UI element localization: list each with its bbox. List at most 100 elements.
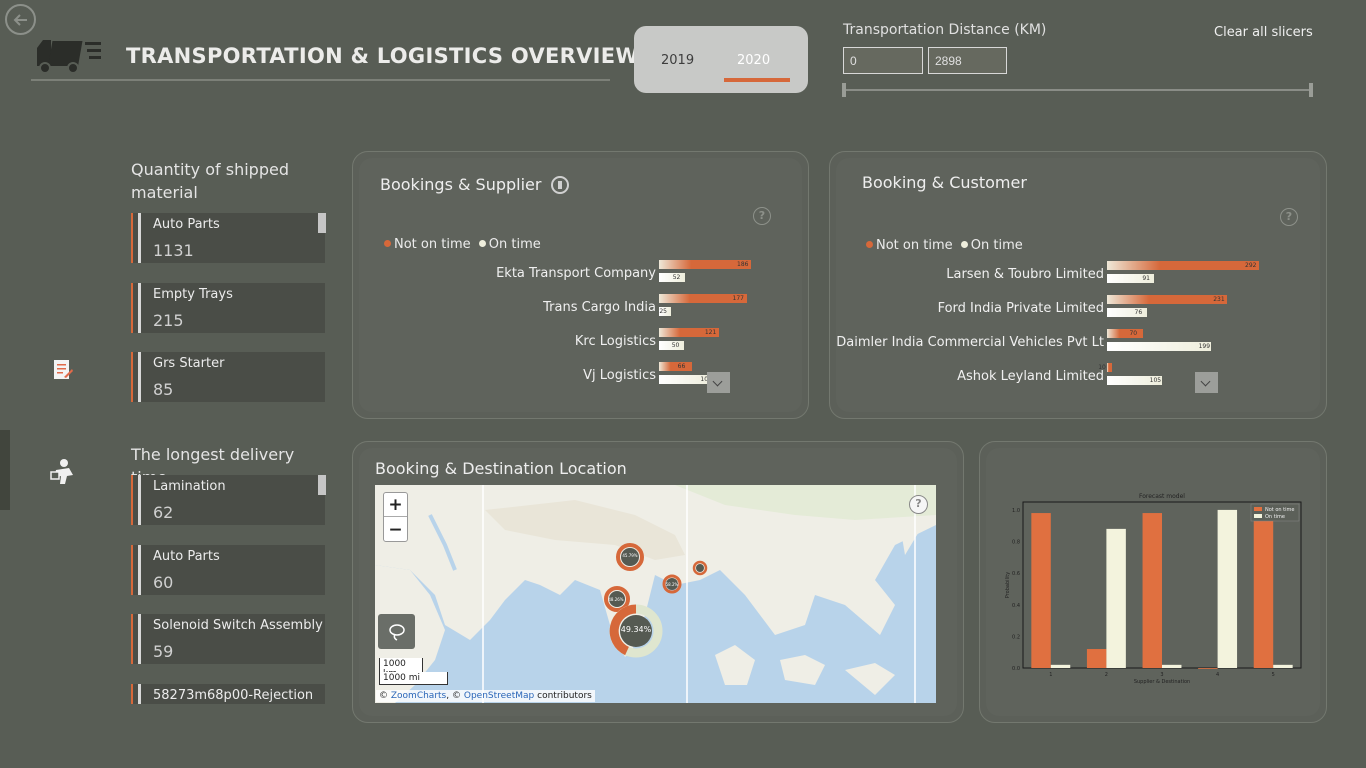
customer-late-value: 70 [1129, 330, 1138, 337]
zoomcharts-link[interactable]: ZoomCharts [391, 691, 446, 701]
x-tick-label: 3 [1160, 672, 1163, 678]
page-title: TRANSPORTATION & LOGISTICS OVERVIEW [126, 44, 639, 68]
marker-label-west: 48.26% [608, 597, 624, 602]
customer-row-label[interactable]: Ford India Private Limited [938, 301, 1104, 316]
distance-slicer-label: Transportation Distance (KM) [843, 22, 1047, 38]
arrow-left-icon [13, 14, 27, 26]
attribution-mid: , © [446, 691, 461, 701]
supplier-row-label[interactable]: Trans Cargo India [543, 300, 656, 315]
legend-label: On time [1265, 514, 1285, 520]
customer-expand-button[interactable] [1195, 372, 1218, 393]
distance-slider-track[interactable] [843, 89, 1313, 91]
distance-slider-min-handle[interactable] [842, 83, 846, 97]
customer-row-label[interactable]: Daimler India Commercial Vehicles Pvt Lt [836, 335, 1104, 350]
card-name: Lamination [153, 479, 226, 494]
card-name: Empty Trays [153, 287, 233, 302]
clear-slicers-button[interactable]: Clear all slicers [1214, 25, 1313, 40]
year-2019-tab[interactable]: 2019 [661, 53, 694, 68]
supplier-row-label[interactable]: Ekta Transport Company [496, 266, 656, 281]
customer-late-bar[interactable] [1107, 363, 1113, 372]
distance-max-input[interactable] [928, 47, 1007, 74]
legend-late-label: Not on time [876, 238, 953, 253]
card-name: Grs Starter [153, 356, 225, 371]
document-edit-icon [52, 358, 74, 386]
x-tick-label: 4 [1216, 672, 1219, 678]
lasso-icon [389, 624, 405, 641]
delivery-person-icon [49, 458, 77, 490]
customer-ontime-value: 199 [1198, 343, 1211, 350]
shipped-card-1[interactable]: Empty Trays 215 [131, 283, 325, 333]
y-tick-label: 0.4 [1012, 603, 1020, 609]
shipped-scrollbar[interactable] [318, 213, 326, 233]
bar-on-time-5 [1273, 664, 1293, 668]
x-axis-label: Supplier & Destination [1134, 679, 1190, 685]
zoom-out-button[interactable]: − [384, 518, 407, 542]
legend-dot-late [384, 240, 391, 247]
supplier-late-value: 121 [704, 329, 717, 336]
card-value: 1131 [153, 241, 194, 260]
shipped-card-0[interactable]: Auto Parts 1131 [131, 213, 325, 263]
bar-on-time-1 [1050, 664, 1071, 668]
donut-marker-east [692, 560, 708, 576]
longest-scrollbar[interactable] [318, 475, 326, 495]
lasso-select-button[interactable] [378, 614, 415, 649]
longest-card-2[interactable]: Solenoid Switch Assembly 59 [131, 614, 325, 664]
supplier-row-label[interactable]: Vj Logistics [583, 368, 656, 383]
map-panel-title: Booking & Destination Location [375, 459, 627, 478]
map-attribution: © ZoomCharts, © OpenStreetMap contributo… [376, 690, 595, 702]
customer-late-value: 292 [1245, 262, 1257, 269]
customer-late-bar[interactable] [1107, 329, 1144, 338]
customer-ontime-bar[interactable] [1107, 342, 1211, 351]
supplier-late-bar[interactable] [659, 362, 692, 371]
bar-not-on-time-5 [1253, 513, 1274, 668]
zoom-in-button[interactable]: + [384, 493, 407, 517]
destination-map[interactable] [375, 485, 936, 703]
customer-late-bar[interactable] [1107, 261, 1259, 270]
legend-label: Not on time [1265, 507, 1294, 513]
customer-ontime-value: 91 [1142, 275, 1150, 282]
y-tick-label: 1.0 [1012, 508, 1020, 514]
legend-late-label: Not on time [394, 237, 471, 252]
supplier-ontime-value: 52 [672, 274, 681, 281]
info-icon[interactable] [551, 176, 569, 194]
customer-row-label[interactable]: Larsen & Toubro Limited [946, 267, 1104, 282]
bar-on-time-2 [1106, 528, 1126, 668]
help-icon[interactable]: ? [1280, 208, 1298, 226]
shipped-card-2[interactable]: Grs Starter 85 [131, 352, 325, 402]
card-value: 60 [153, 573, 174, 592]
legend-dot-ontime [960, 241, 968, 248]
bar-on-time-4 [1217, 509, 1238, 668]
supplier-late-value: 66 [677, 363, 686, 370]
card-value: 62 [153, 503, 174, 522]
customer-late-value: 231 [1213, 296, 1225, 303]
longest-card-0[interactable]: Lamination 62 [131, 475, 325, 525]
chart-title: Forecast model [1139, 493, 1185, 500]
distance-min-input[interactable] [843, 47, 923, 74]
openstreetmap-link[interactable]: OpenStreetMap [464, 691, 534, 701]
customer-late-value: 10 [1098, 364, 1106, 371]
longest-card-1[interactable]: Auto Parts 60 [131, 545, 325, 595]
y-tick-label: 0.6 [1012, 571, 1020, 577]
marker-label-central: 58.2% [665, 582, 679, 587]
side-nav-tab[interactable] [0, 430, 10, 510]
back-button[interactable] [5, 4, 36, 35]
y-axis-label: Probability [1005, 572, 1011, 598]
customer-ontime-value: 76 [1134, 309, 1143, 316]
card-name: 58273m68p00-Rejection [153, 688, 314, 703]
year-2020-tab[interactable]: 2020 [737, 53, 770, 68]
map-scale-mi: 1000 mi [379, 672, 448, 685]
supplier-expand-button[interactable] [707, 372, 730, 393]
supplier-row-label[interactable]: Krc Logistics [575, 334, 656, 349]
x-tick-label: 2 [1105, 672, 1108, 678]
shipped-section-label: Quantity of shipped material [131, 160, 289, 202]
forecast-chart: 1 2 3 4 5 0.0 0.2 0.4 0.6 0.8 1.0 Forecast model Sup… [1005, 493, 1302, 685]
customer-late-bar[interactable] [1107, 295, 1228, 304]
distance-slider-max-handle[interactable] [1309, 83, 1313, 97]
marker-label-north: 45.79% [622, 553, 638, 558]
map-help-icon[interactable]: ? [909, 495, 928, 514]
customer-row-label[interactable]: Ashok Leyland Limited [957, 369, 1104, 384]
customer-legend: Not on time On time [866, 238, 1023, 253]
legend-ontime-label: On time [488, 237, 541, 252]
longest-card-3[interactable]: 58273m68p00-Rejection [131, 684, 325, 704]
help-icon[interactable]: ? [753, 207, 771, 225]
